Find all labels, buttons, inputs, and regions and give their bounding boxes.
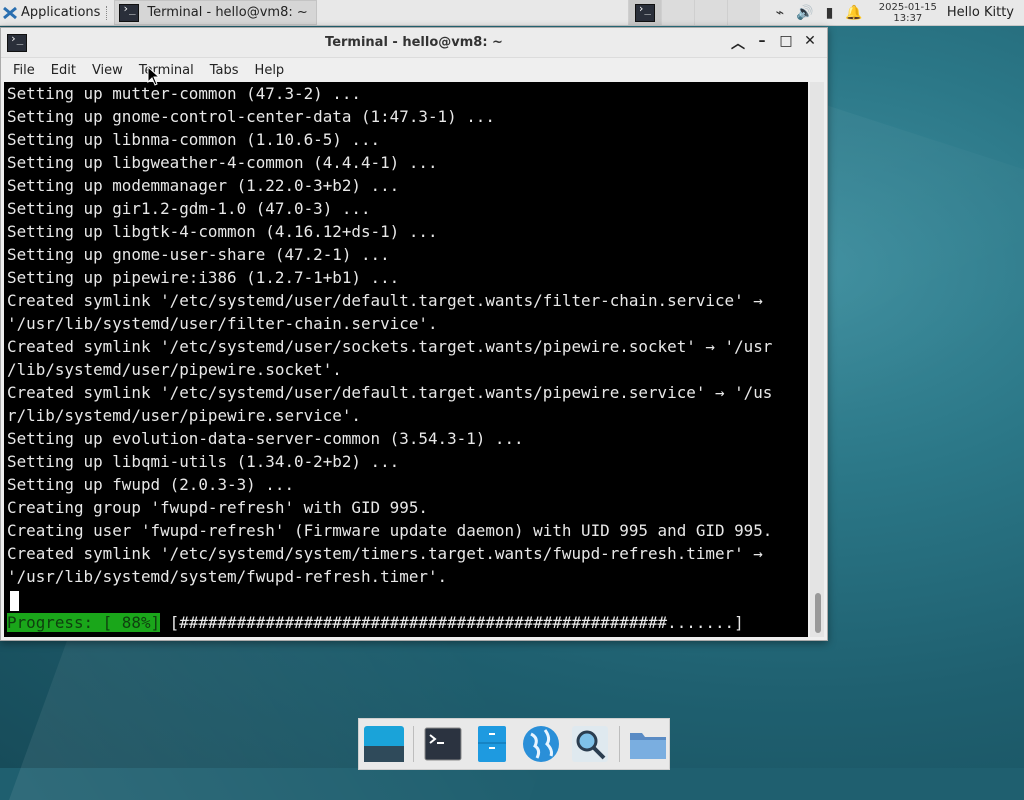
- web-browser-launcher[interactable]: [520, 723, 561, 765]
- taskbar-terminal-button[interactable]: Terminal - hello@vm8: ~: [114, 0, 317, 25]
- terminal-output[interactable]: Setting up mutter-common (47.3-2) ... Se…: [4, 82, 808, 637]
- web-browser-icon: [522, 726, 559, 762]
- terminal-line: Setting up pipewire:i386 (1.2.7-1+b1) ..…: [7, 268, 400, 287]
- terminal-line: Created symlink '/etc/systemd/user/defau…: [7, 291, 763, 310]
- terminal-line: Creating group 'fwupd-refresh' with GID …: [7, 498, 428, 517]
- panel-separator: [106, 5, 108, 20]
- app-finder-icon: [572, 726, 609, 762]
- top-panel: Applications Terminal - hello@vm8: ~ ⌁ 🔊…: [0, 0, 1024, 26]
- terminal-line: /lib/systemd/user/pipewire.socket'.: [7, 360, 342, 379]
- notification-bell-icon[interactable]: 🔔: [845, 5, 862, 21]
- file-manager-launcher[interactable]: [471, 723, 512, 765]
- terminal-line: Setting up gir1.2-gdm-1.0 (47.0-3) ...: [7, 199, 371, 218]
- terminal-line: r/lib/systemd/user/pipewire.service'.: [7, 406, 361, 425]
- terminal-line: Setting up libgweather-4-common (4.4.4-1…: [7, 153, 438, 172]
- workspace-3[interactable]: [693, 0, 727, 25]
- taskbar-terminal-title: Terminal - hello@vm8: ~: [147, 5, 308, 20]
- network-icon[interactable]: ⌁: [776, 5, 784, 21]
- terminal-icon: [634, 2, 655, 22]
- terminal-line: Created symlink '/etc/systemd/user/socke…: [7, 337, 773, 356]
- volume-icon[interactable]: 🔊: [796, 5, 813, 21]
- dock-separator: [413, 726, 414, 762]
- user-menu[interactable]: Hello Kitty: [943, 5, 1024, 20]
- terminal-line: Setting up fwupd (2.0.3-3) ...: [7, 475, 295, 494]
- terminal-line: '/usr/lib/systemd/user/filter-chain.serv…: [7, 314, 438, 333]
- minimize-button[interactable]: –: [753, 33, 771, 53]
- terminal-line: Created symlink '/etc/systemd/user/defau…: [7, 383, 773, 402]
- folder-icon: [630, 733, 667, 759]
- terminal-line: Setting up gnome-control-center-data (1:…: [7, 107, 495, 126]
- terminal-window: Terminal - hello@vm8: ~ ︿ – □ ✕ File Edi…: [0, 27, 828, 641]
- show-desktop-button[interactable]: [363, 723, 405, 765]
- cursor-line: [4, 588, 808, 611]
- dock: [358, 718, 670, 770]
- folder-launcher[interactable]: [628, 723, 669, 765]
- clock[interactable]: 2025-01-15 13:37: [879, 2, 937, 24]
- app-finder-launcher[interactable]: [570, 723, 611, 765]
- terminal-line: Creating user 'fwupd-refresh' (Firmware …: [7, 521, 773, 540]
- terminal-line: Setting up libgtk-4-common (4.16.12+ds-1…: [7, 222, 438, 241]
- battery-icon[interactable]: ▮: [826, 5, 834, 21]
- window-title: Terminal - hello@vm8: ~: [325, 35, 503, 50]
- progress-line: Progress: [ 88%] [######################…: [4, 611, 808, 634]
- progress-bar: [#######################################…: [160, 613, 744, 632]
- menu-help[interactable]: Help: [247, 63, 293, 78]
- scrollbar-thumb[interactable]: [815, 593, 821, 633]
- terminal-line: Setting up gnome-user-share (47.2-1) ...: [7, 245, 390, 264]
- terminal-icon: [424, 727, 462, 761]
- terminal-cursor: [10, 590, 19, 611]
- menu-terminal[interactable]: Terminal: [131, 63, 202, 78]
- terminal-line: Setting up libqmi-utils (1.34.0-2+b2) ..…: [7, 452, 400, 471]
- close-button[interactable]: ✕: [801, 33, 819, 53]
- terminal-icon: [7, 32, 27, 52]
- clock-time: 13:37: [893, 12, 923, 24]
- workspace-4[interactable]: [726, 0, 760, 25]
- terminal-line: Setting up evolution-data-server-common …: [7, 429, 524, 448]
- terminal-line: Created symlink '/etc/systemd/system/tim…: [7, 544, 763, 563]
- shade-button[interactable]: ︿: [729, 33, 747, 53]
- menubar: File Edit View Terminal Tabs Help: [1, 58, 827, 83]
- menu-file[interactable]: File: [5, 63, 43, 78]
- clock-date: 2025-01-15: [878, 1, 937, 13]
- applications-menu-button[interactable]: Applications: [0, 0, 104, 25]
- xfce-logo-icon: [3, 6, 17, 19]
- terminal-scrollbar[interactable]: [810, 82, 824, 637]
- workspace-2[interactable]: [660, 0, 694, 25]
- file-manager-icon: [477, 726, 506, 762]
- applications-label: Applications: [21, 5, 101, 20]
- terminal-line: Setting up mutter-common (47.3-2) ...: [7, 84, 361, 103]
- terminal-line: Setting up libnma-common (1.10.6-5) ...: [7, 130, 381, 149]
- menu-edit[interactable]: Edit: [43, 63, 84, 78]
- terminal-line: Setting up modemmanager (1.22.0-3+b2) ..…: [7, 176, 400, 195]
- terminal-launcher[interactable]: [422, 723, 463, 765]
- menu-view[interactable]: View: [84, 63, 131, 78]
- terminal-line: '/usr/lib/systemd/system/fwupd-refresh.t…: [7, 567, 448, 586]
- workspace-switcher[interactable]: [627, 0, 760, 25]
- workspace-1[interactable]: [627, 0, 661, 25]
- progress-label: Progress: [ 88%]: [7, 613, 161, 632]
- show-desktop-icon: [364, 726, 404, 762]
- menu-tabs[interactable]: Tabs: [202, 63, 247, 78]
- terminal-icon: [119, 2, 140, 22]
- dock-separator: [618, 726, 620, 762]
- maximize-button[interactable]: □: [777, 33, 795, 53]
- window-titlebar[interactable]: Terminal - hello@vm8: ~ ︿ – □ ✕: [1, 28, 827, 58]
